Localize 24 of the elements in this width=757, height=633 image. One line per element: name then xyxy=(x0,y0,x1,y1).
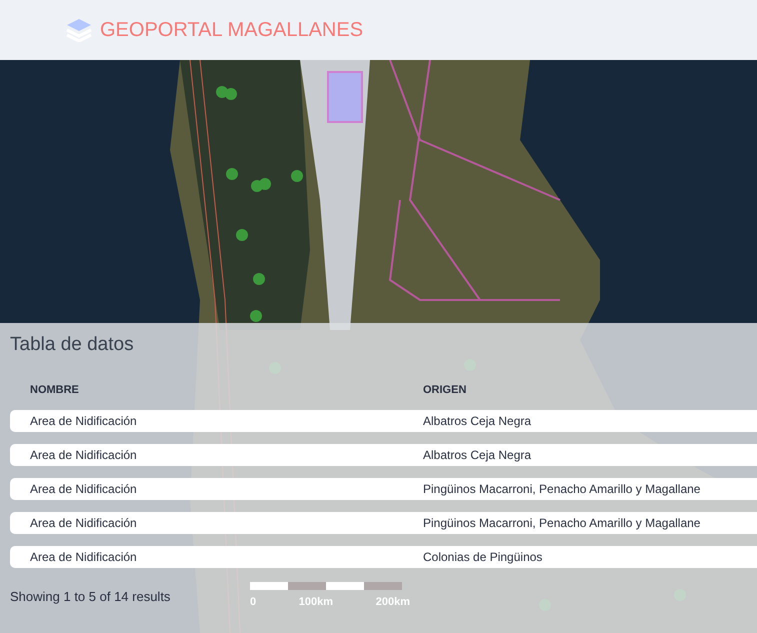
results-summary: Showing 1 to 5 of 14 results xyxy=(10,588,172,606)
table-row[interactable]: Area de Nidificación Albatros Ceja Negra xyxy=(10,410,757,432)
table-row[interactable]: Area de Nidificación Pingüinos Macarroni, Penacho Amarillo y Magallane xyxy=(10,512,757,534)
table-cell-text: Colonias de Pingüinos xyxy=(423,549,542,566)
app-title: GEOPORTAL MAGALLANES xyxy=(100,18,364,43)
column-header: NOMBRE xyxy=(29,382,80,398)
scale-label: 200km xyxy=(376,595,410,610)
table-cell-text: Pingüinos Macarroni, Penacho Amarillo y Magallane xyxy=(423,481,700,498)
table-cell-text: Area de Nidificación xyxy=(29,515,138,532)
column-header: ORIGEN xyxy=(423,382,466,398)
table-cell-text: Area de Nidificación xyxy=(29,481,138,498)
scale-label: 0 xyxy=(250,595,256,610)
table-row[interactable]: Area de Nidificación Albatros Ceja Negra xyxy=(10,444,757,466)
table-row[interactable]: Area de Nidificación Colonias de Pingüinos xyxy=(10,546,757,568)
table-cell-text: Area de Nidificación xyxy=(29,549,138,566)
scale-label: 100km xyxy=(298,595,334,610)
table-cell-text: Albatros Ceja Negra xyxy=(423,447,532,464)
table-cell-text: Pingüinos Macarroni, Penacho Amarillo y Magallane xyxy=(423,515,700,532)
table-cell-text: Area de Nidificación xyxy=(29,413,138,430)
table-title: Tabla de datos xyxy=(10,333,135,357)
table-cell-text: Area de Nidificación xyxy=(29,447,138,464)
table-cell-text: Albatros Ceja Negra xyxy=(423,413,532,430)
table-row[interactable]: Area de Nidificación Pingüinos Macarroni, Penacho Amarillo y Magallane xyxy=(10,478,757,500)
layers-icon xyxy=(66,18,92,42)
